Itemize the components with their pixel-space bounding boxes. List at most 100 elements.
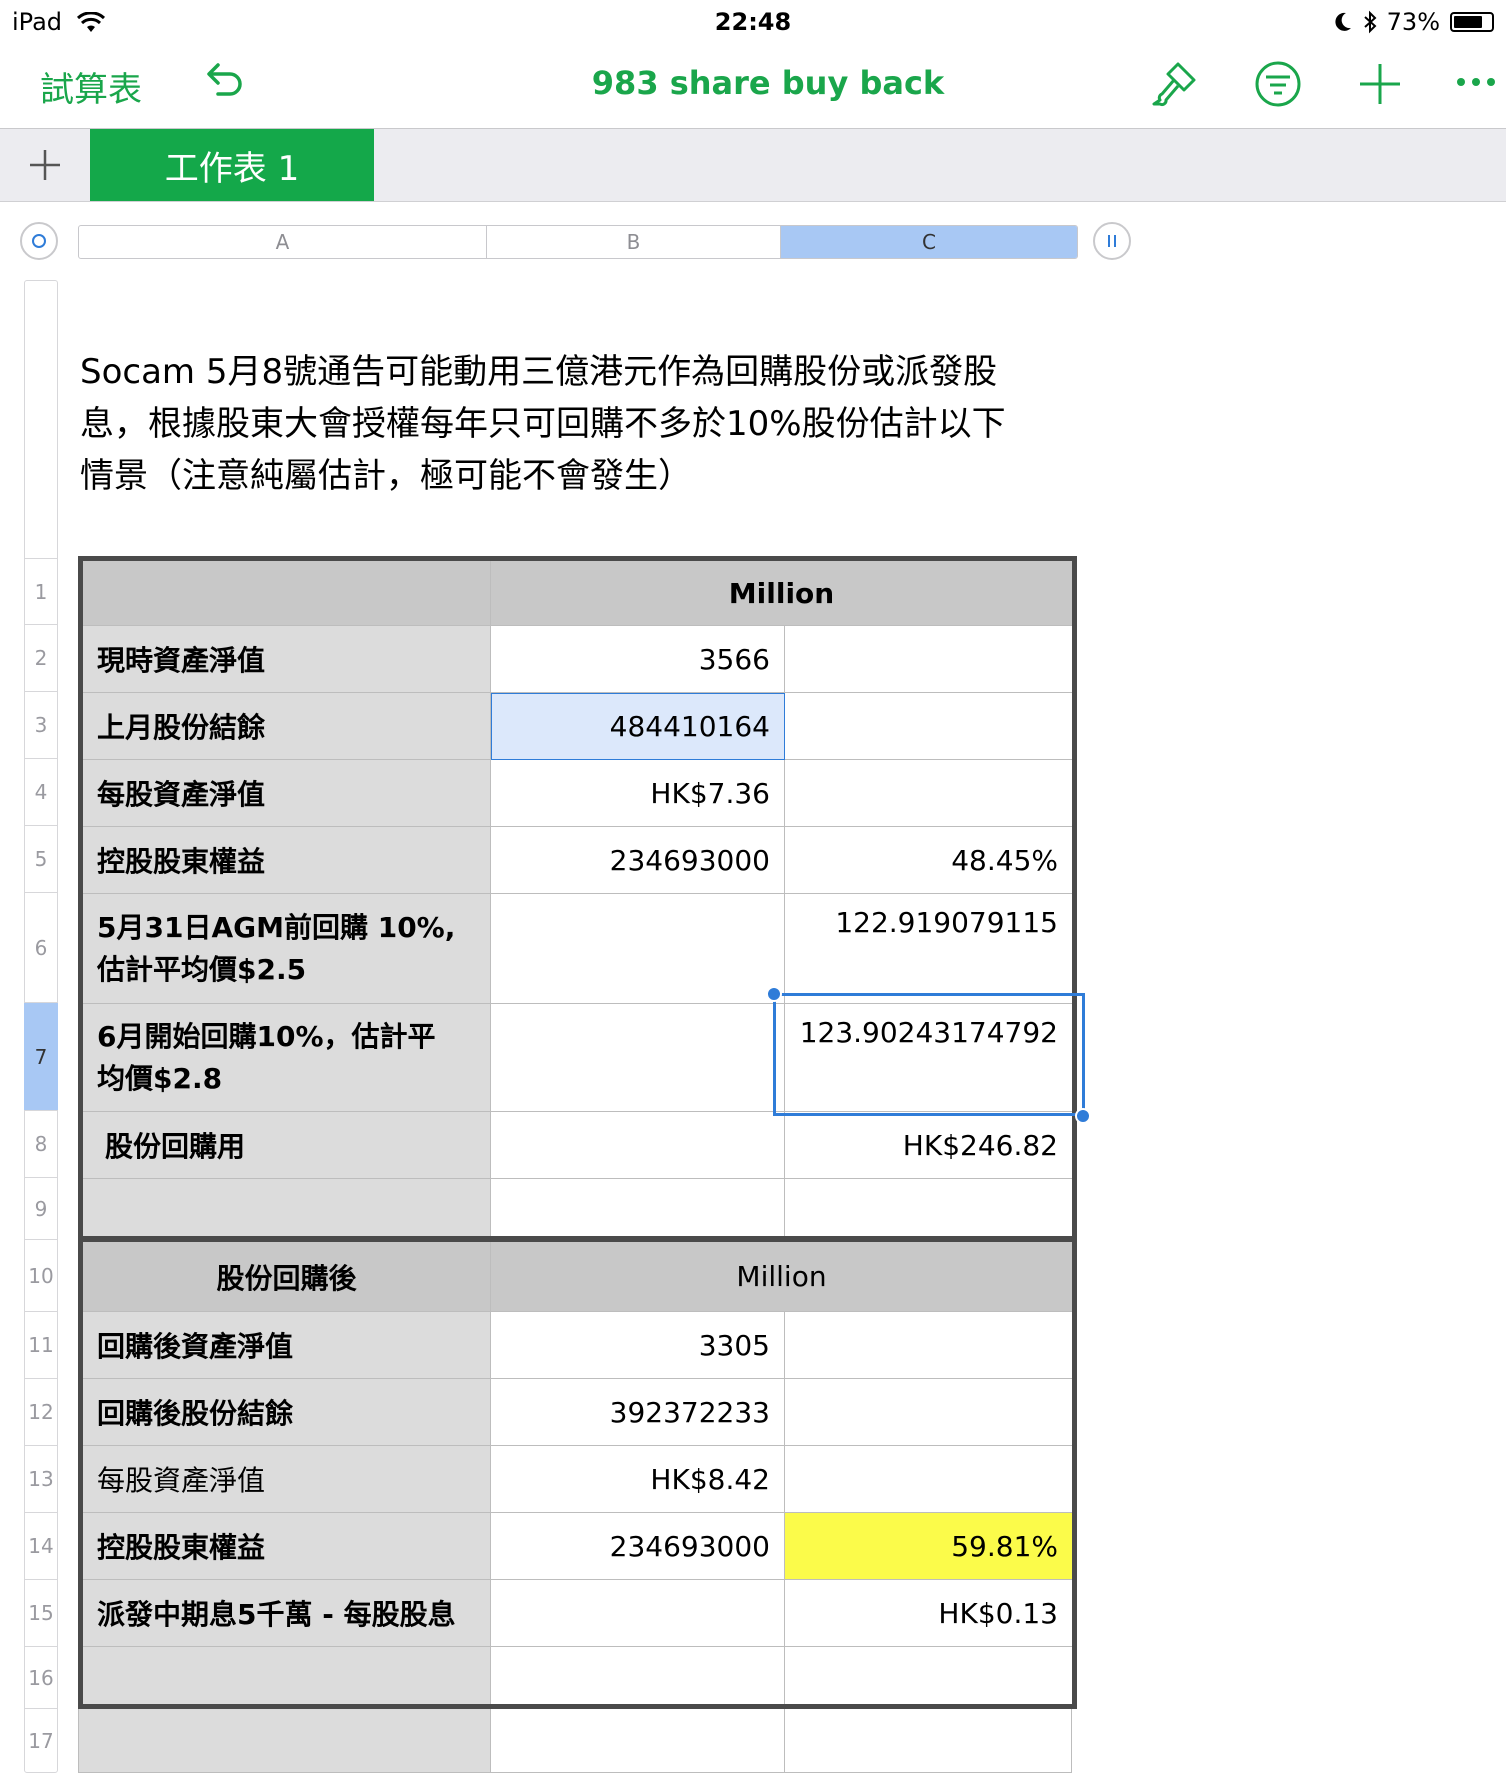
row-header-13[interactable]: 13	[24, 1445, 58, 1512]
row-header-11[interactable]: 11	[24, 1311, 58, 1378]
cell-a7-line-2: 均價$2.8	[97, 1061, 223, 1095]
cell-a14[interactable]: 控股股東權益	[83, 1513, 491, 1580]
cell-b12[interactable]: 392372233	[491, 1379, 785, 1446]
cell-c16[interactable]	[785, 1647, 1072, 1704]
cell-a7[interactable]: 6月開始回購10%，估計平 均價$2.8	[83, 1004, 491, 1112]
row-header-5[interactable]: 5	[24, 825, 58, 892]
cell-a11[interactable]: 回購後資產淨值	[83, 1312, 491, 1379]
tab-sheet-1[interactable]: 工作表 1	[90, 129, 374, 201]
cell-c14-highlighted[interactable]: 59.81%	[785, 1513, 1072, 1580]
note-text-box[interactable]: Socam 5月8號通告可能動用三億港元作為回購股份或派發股 息，根據股東大會授…	[80, 346, 1070, 502]
cell-b13[interactable]: HK$8.42	[491, 1446, 785, 1513]
cell-c15[interactable]: HK$0.13	[785, 1580, 1072, 1647]
add-sheet-button[interactable]	[0, 129, 90, 201]
selection-handle-bottom-right[interactable]	[1075, 1108, 1091, 1124]
cell-b6[interactable]	[491, 894, 785, 1004]
cell-b7[interactable]	[491, 1004, 785, 1112]
cell-a6-line-1: 5月31日AGM前回購 10%,	[97, 910, 456, 944]
note-line-3: 情景（注意純屬估計，極可能不會發生）	[80, 456, 692, 496]
cell-a4[interactable]: 每股資產淨值	[83, 760, 491, 827]
row-header-17[interactable]: 17	[24, 1708, 58, 1773]
row-header-3[interactable]: 3	[24, 691, 58, 758]
cell-a13[interactable]: 每股資產淨值	[83, 1446, 491, 1513]
cell-b9[interactable]	[491, 1179, 785, 1236]
cell-b5[interactable]: 234693000	[491, 827, 785, 894]
cell-a1[interactable]	[83, 561, 491, 626]
cell-c6[interactable]: 122.919079115	[785, 894, 1072, 1004]
cell-a5[interactable]: 控股股東權益	[83, 827, 491, 894]
cell-b1-million[interactable]: Million	[491, 561, 1072, 626]
format-brush-icon[interactable]	[1150, 60, 1200, 108]
row-header-1[interactable]: 1	[24, 558, 58, 624]
moon-icon	[1335, 12, 1351, 31]
cell-a8[interactable]: 股份回購用	[83, 1112, 491, 1179]
column-header-a[interactable]: A	[79, 226, 487, 258]
row-header-15[interactable]: 15	[24, 1579, 58, 1646]
add-icon[interactable]	[1356, 60, 1404, 108]
cell-c2[interactable]	[785, 626, 1072, 693]
row-header-14[interactable]: 14	[24, 1512, 58, 1579]
cell-c13[interactable]	[785, 1446, 1072, 1513]
row-17	[78, 1709, 1077, 1773]
row-header-6[interactable]: 6	[24, 892, 58, 1002]
cell-c5[interactable]: 48.45%	[785, 827, 1072, 894]
row-header-2[interactable]: 2	[24, 624, 58, 691]
row-header-10[interactable]: 10	[24, 1239, 58, 1311]
cell-a12[interactable]: 回購後股份結餘	[83, 1379, 491, 1446]
cell-a10[interactable]: 股份回購後	[83, 1242, 491, 1312]
cell-b14[interactable]: 234693000	[491, 1513, 785, 1580]
row-header-16[interactable]: 16	[24, 1646, 58, 1708]
toolbar: 試算表 983 share buy back	[0, 42, 1506, 128]
cell-b16[interactable]	[491, 1647, 785, 1704]
battery-percent: 73%	[1386, 8, 1440, 36]
cell-b17[interactable]	[491, 1709, 785, 1773]
column-header-b[interactable]: B	[487, 226, 781, 258]
cell-a3[interactable]: 上月股份結餘	[83, 693, 491, 760]
selection-handle-top-left[interactable]	[766, 986, 782, 1002]
cell-a17[interactable]	[78, 1709, 491, 1773]
table-2: 股份回購後 Million 回購後資產淨值 3305 回購後股份結餘 39237…	[78, 1237, 1077, 1709]
cell-b11[interactable]: 3305	[491, 1312, 785, 1379]
status-right: 73%	[1333, 8, 1494, 36]
cell-b10-million[interactable]: Million	[491, 1242, 1072, 1312]
selection-range-c7[interactable]	[773, 993, 1085, 1116]
status-time: 22:48	[714, 8, 792, 36]
cell-c11[interactable]	[785, 1312, 1072, 1379]
cell-a6[interactable]: 5月31日AGM前回購 10%, 估計平均價$2.5	[83, 894, 491, 1004]
select-table-handle[interactable]	[20, 222, 58, 260]
cell-a9[interactable]	[83, 1179, 491, 1236]
organize-filter-icon[interactable]	[1254, 60, 1302, 108]
column-header-bar: A B C	[78, 225, 1078, 259]
cell-c3[interactable]	[785, 693, 1072, 760]
cell-b2[interactable]: 3566	[491, 626, 785, 693]
cell-b8[interactable]	[491, 1112, 785, 1179]
cell-a7-line-1: 6月開始回購10%，估計平	[97, 1019, 436, 1053]
cell-c12[interactable]	[785, 1379, 1072, 1446]
cell-c4[interactable]	[785, 760, 1072, 827]
row-header-9[interactable]: 9	[24, 1177, 58, 1239]
pause-bars-icon	[1108, 235, 1116, 247]
more-icon[interactable]	[1456, 72, 1496, 92]
cell-c8[interactable]: HK$246.82	[785, 1112, 1072, 1179]
cell-a2[interactable]: 現時資產淨值	[83, 626, 491, 693]
table-1: Million 現時資產淨值 3566 上月股份結餘 484410164 每股資…	[78, 556, 1077, 1241]
note-line-2: 息，根據股東大會授權每年只可回購不多於10%股份估計以下	[80, 404, 1006, 444]
cell-a15[interactable]: 派發中期息5千萬 - 每股股息	[83, 1580, 491, 1647]
column-header-c[interactable]: C	[781, 226, 1077, 258]
battery-icon	[1450, 12, 1494, 32]
cell-c17[interactable]	[785, 1709, 1072, 1773]
row-header-4[interactable]: 4	[24, 758, 58, 825]
cell-c9[interactable]	[785, 1179, 1072, 1236]
bluetooth-icon	[1363, 10, 1377, 34]
add-column-handle[interactable]	[1093, 222, 1131, 260]
cell-a16[interactable]	[83, 1647, 491, 1704]
cell-b4[interactable]: HK$7.36	[491, 760, 785, 827]
row-header-12[interactable]: 12	[24, 1378, 58, 1445]
status-bar: iPad 22:48 73%	[0, 0, 1506, 42]
cell-b3[interactable]: 484410164	[491, 693, 785, 760]
row-header-8[interactable]: 8	[24, 1110, 58, 1177]
note-line-1: Socam 5月8號通告可能動用三億港元作為回購股份或派發股	[80, 352, 998, 392]
cell-b15[interactable]	[491, 1580, 785, 1647]
circle-icon	[32, 234, 46, 248]
row-header-7[interactable]: 7	[24, 1002, 58, 1110]
